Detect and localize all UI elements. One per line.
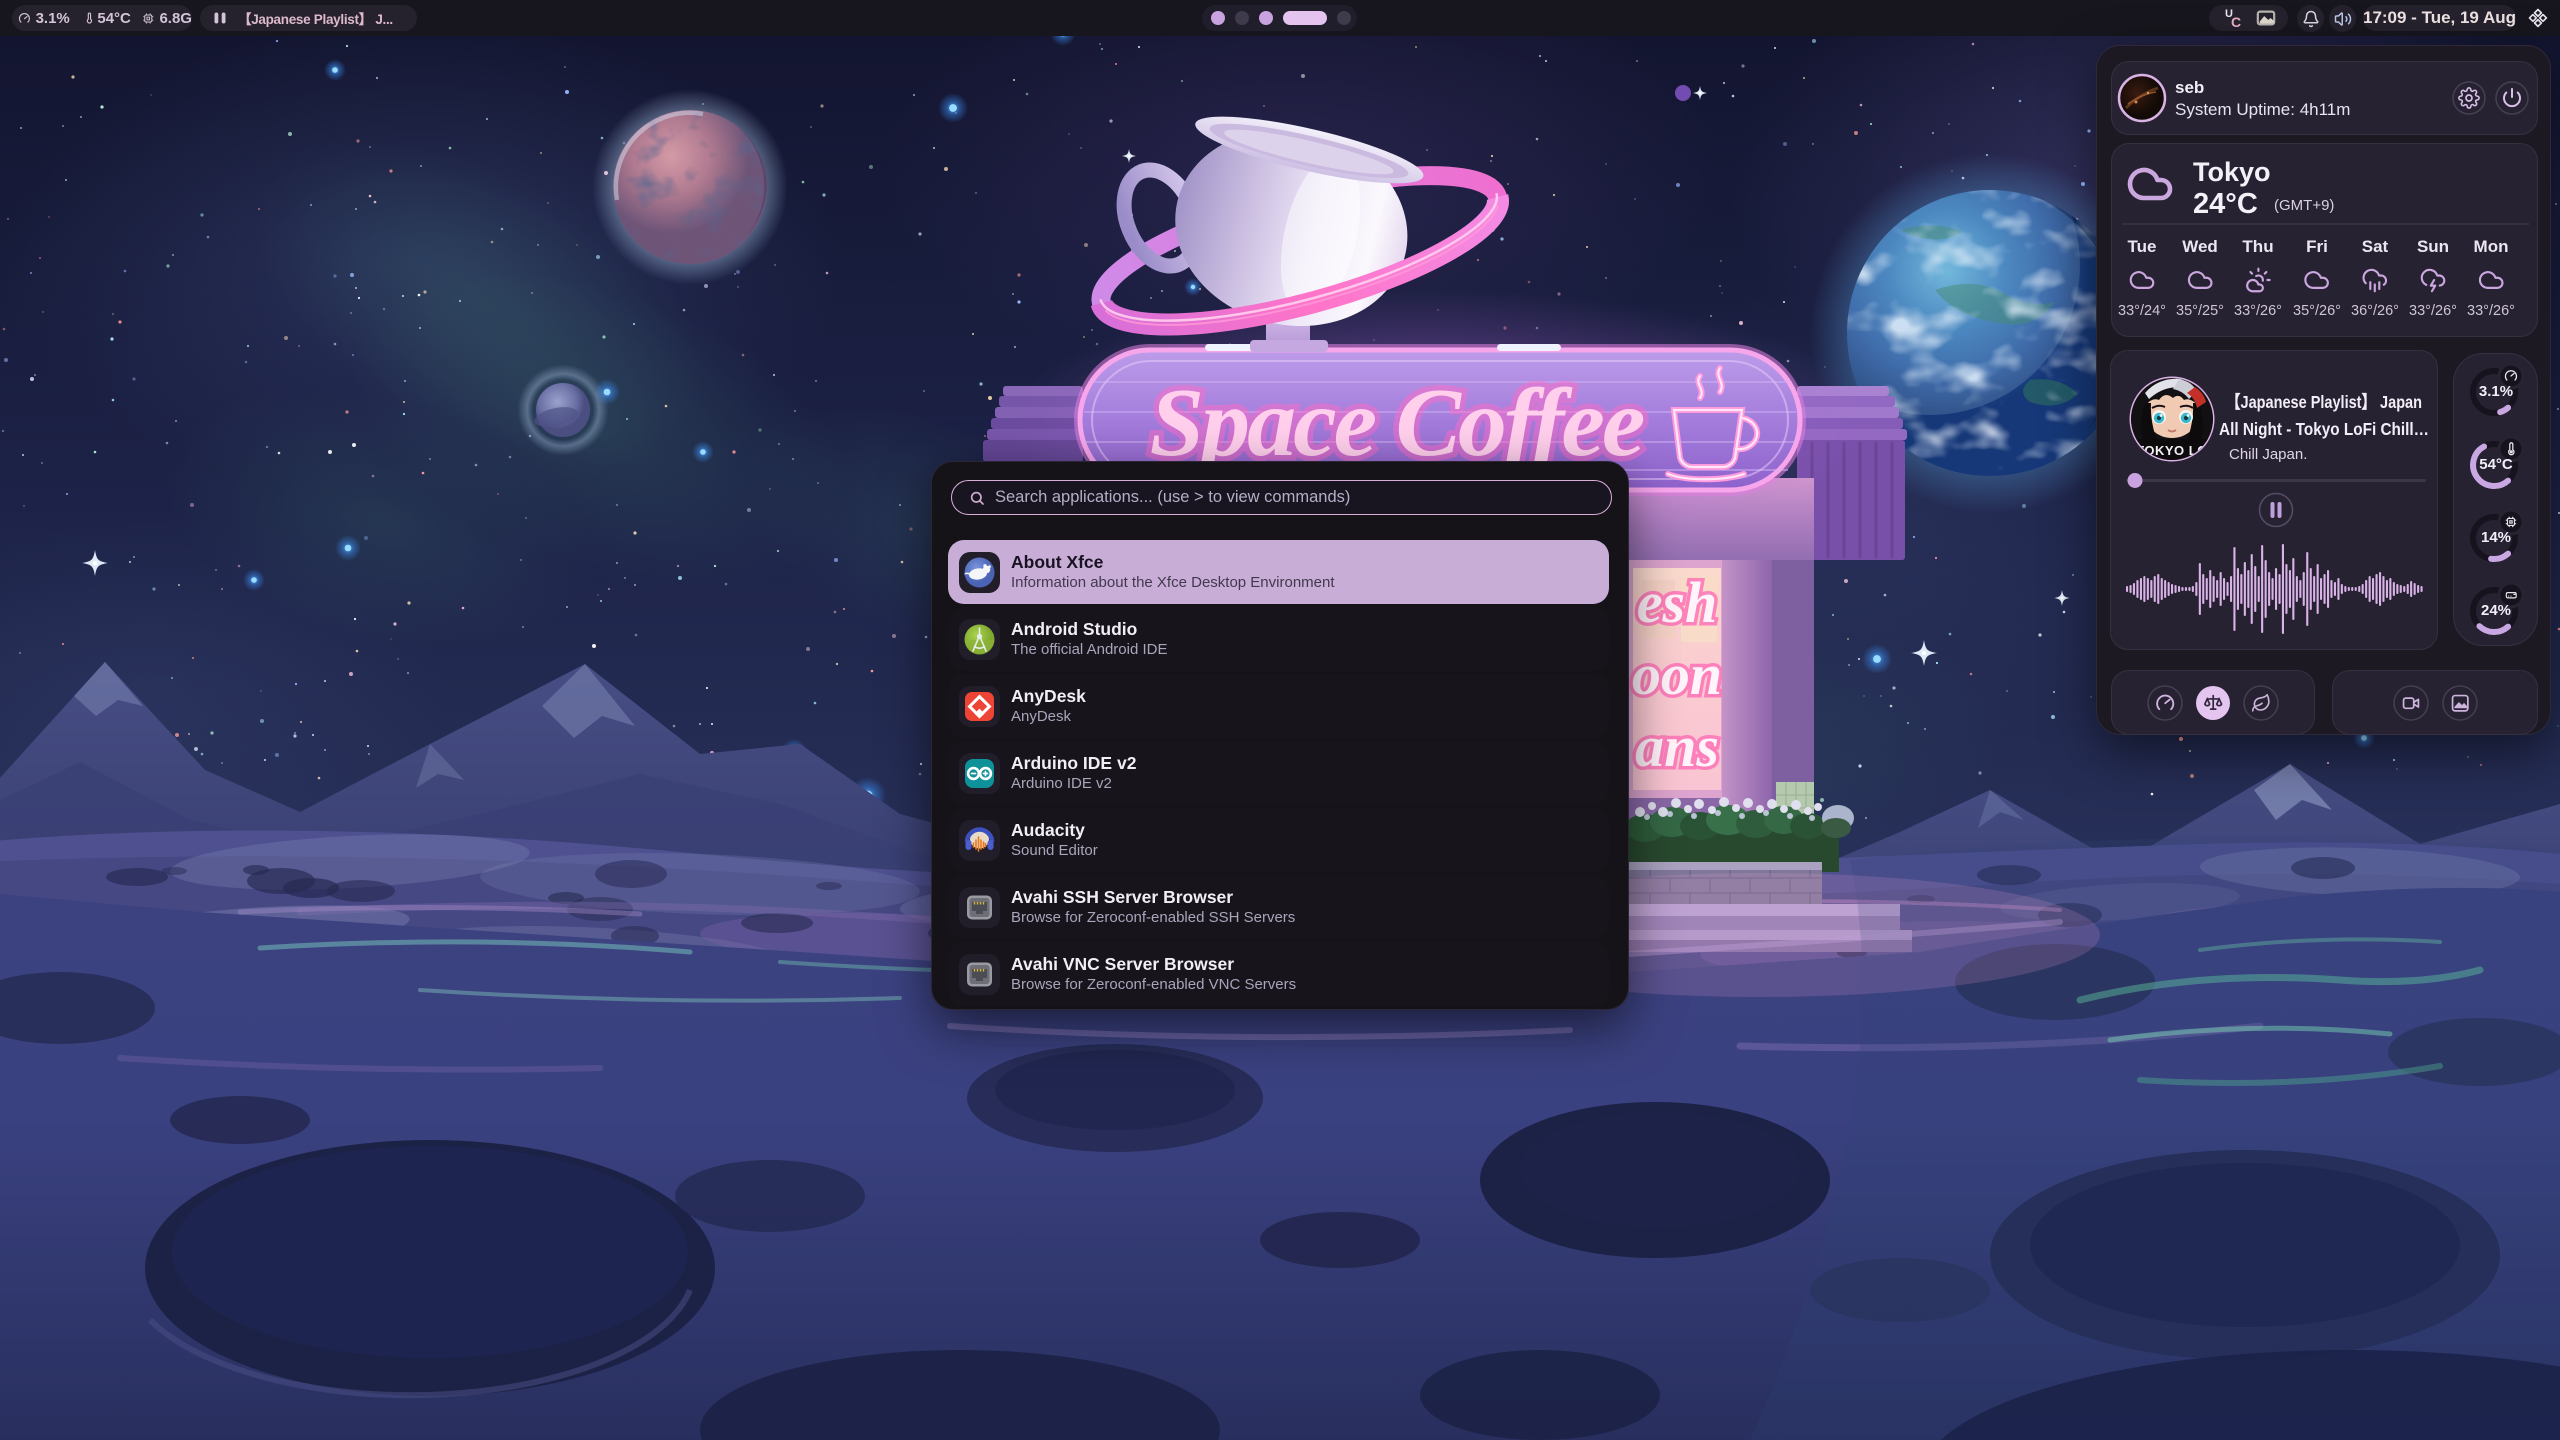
svg-text:Tokyo: Tokyo (2193, 157, 2271, 187)
svg-text:TOKYO LO: TOKYO LO (2136, 443, 2208, 458)
svg-text:54°C: 54°C (2479, 456, 2513, 473)
svg-text:Sun: Sun (2417, 237, 2449, 256)
svg-text:esh: esh (1637, 570, 1718, 635)
svg-text:33°/26°: 33°/26° (2234, 303, 2282, 319)
svg-text:33°/26°: 33°/26° (2467, 303, 2515, 319)
svg-text:Mon: Mon (2474, 237, 2509, 256)
svg-text:seb: seb (2175, 78, 2204, 97)
svg-text:33°/24°: 33°/24° (2118, 303, 2166, 319)
svg-text:System Uptime: 4h11m: System Uptime: 4h11m (2175, 100, 2350, 119)
svg-text:(GMT+9): (GMT+9) (2274, 197, 2334, 214)
svg-text:35°/25°: 35°/25° (2176, 303, 2224, 319)
svg-text:Fri: Fri (2306, 237, 2328, 256)
svg-text:36°/26°: 36°/26° (2351, 303, 2399, 319)
svg-text:Thu: Thu (2242, 237, 2273, 256)
svg-text:C: C (2231, 14, 2241, 30)
svg-text:Tue: Tue (2128, 237, 2157, 256)
svg-text:14%: 14% (2481, 529, 2511, 546)
svg-text:35°/26°: 35°/26° (2293, 303, 2341, 319)
svg-text:Chill Japan.: Chill Japan. (2229, 446, 2307, 463)
svg-text:【Japanese Playlist】 Japan: 【Japanese Playlist】 Japan (2226, 392, 2422, 412)
svg-text:All Night - Tokyo LoFi Chill…: All Night - Tokyo LoFi Chill… (2219, 419, 2429, 439)
svg-text:3.1%: 3.1% (2479, 383, 2513, 400)
svg-text:ans: ans (1635, 714, 1719, 779)
svg-text:oon: oon (1632, 642, 1722, 707)
svg-text:24%: 24% (2481, 602, 2511, 619)
svg-text:24°C: 24°C (2193, 188, 2258, 220)
svg-text:Wed: Wed (2182, 237, 2218, 256)
svg-text:33°/26°: 33°/26° (2409, 303, 2457, 319)
svg-text:Sat: Sat (2362, 237, 2389, 256)
